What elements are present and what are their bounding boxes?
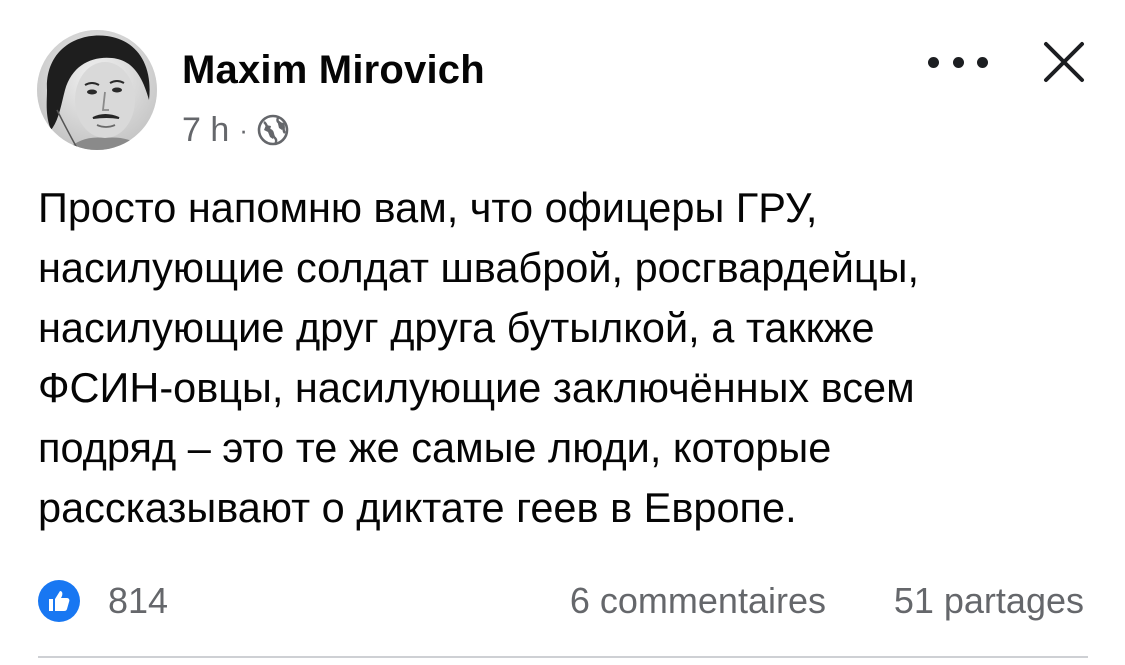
post-card: Maxim Mirovich 7 h · Просто напомню вам,…	[0, 0, 1125, 665]
more-horizontal-icon	[928, 56, 939, 68]
more-horizontal-icon	[952, 56, 964, 68]
close-button[interactable]	[1040, 38, 1088, 86]
post-text: Просто напомню вам, что офицеры ГРУ, нас…	[38, 178, 1098, 538]
post-text-line: Просто напомню вам, что офицеры ГРУ,	[38, 184, 818, 231]
author-name[interactable]: Maxim Mirovich	[182, 48, 485, 93]
divider	[38, 656, 1088, 658]
author-avatar[interactable]	[37, 30, 157, 150]
comments-count-link[interactable]: 6 commentaires	[570, 580, 826, 622]
close-icon	[1044, 42, 1084, 82]
meta-separator: ·	[239, 114, 248, 145]
post-text-line: ФСИН-овцы, насилующие заключённых всем	[38, 364, 915, 411]
more-horizontal-icon	[977, 56, 988, 68]
like-icon[interactable]	[38, 580, 80, 622]
globe-icon[interactable]	[256, 113, 290, 147]
shares-count-link[interactable]: 51 partages	[894, 580, 1084, 622]
more-options-button[interactable]	[928, 42, 988, 82]
profile-photo	[37, 30, 157, 150]
post-meta: 7 h ·	[182, 110, 290, 150]
post-text-line: насилующие солдат шваброй, росгвардейцы,	[38, 244, 920, 291]
post-text-line: рассказывают о диктате геев в Европе.	[38, 484, 797, 531]
post-text-line: подряд – это те же самые люди, которые	[38, 424, 832, 471]
post-time[interactable]: 7 h	[182, 111, 229, 150]
post-footer: 814 6 commentaires 51 partages	[0, 570, 1125, 630]
post-text-line: насилующие друг друга бутылкой, а таккже	[38, 304, 875, 351]
reaction-count[interactable]: 814	[108, 580, 168, 622]
